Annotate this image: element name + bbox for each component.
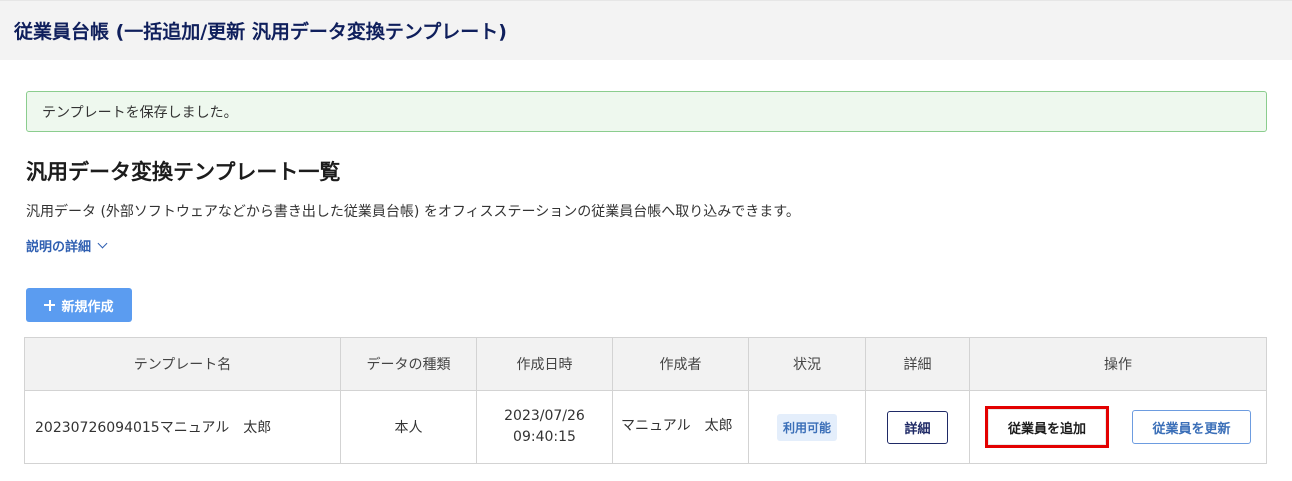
cell-template-name: 20230726094015マニュアル 太郎: [24, 390, 341, 464]
column-header-created-at: 作成日時: [476, 337, 613, 391]
table-header-row: テンプレート名 データの種類 作成日時 作成者 状況 詳細 操作: [24, 337, 1267, 391]
table-row: 20230726094015マニュアル 太郎 本人 2023/07/26 09:…: [24, 390, 1267, 464]
detail-toggle-label: 説明の詳細: [26, 240, 92, 255]
new-template-button[interactable]: 新規作成: [26, 288, 132, 322]
column-header-detail: 詳細: [865, 337, 970, 391]
cell-status: 利用可能: [748, 390, 866, 464]
plus-icon: [44, 299, 56, 311]
success-alert: テンプレートを保存しました。: [26, 91, 1267, 132]
template-table: テンプレート名 データの種類 作成日時 作成者 状況 詳細 操作 2023072…: [24, 337, 1267, 464]
status-badge: 利用可能: [776, 413, 837, 441]
page-title: 従業員台帳 (一括追加/更新 汎用データ変換テンプレート): [14, 21, 507, 43]
add-employee-button[interactable]: 従業員を追加: [988, 409, 1106, 445]
cell-actions: 従業員を追加 従業員を更新: [969, 390, 1267, 464]
created-time: 09:40:15: [513, 429, 576, 445]
column-header-author: 作成者: [612, 337, 749, 391]
highlight-box: 従業員を追加: [985, 406, 1109, 448]
column-header-actions: 操作: [969, 337, 1267, 391]
section-title: 汎用データ変換テンプレート一覧: [26, 160, 341, 184]
cell-data-type: 本人: [340, 390, 477, 464]
column-header-template-name: テンプレート名: [24, 337, 341, 391]
chevron-down-icon: [97, 238, 108, 249]
section-description: 汎用データ (外部ソフトウェアなどから書き出した従業員台帳) をオフィスステーシ…: [26, 204, 800, 220]
new-template-label: 新規作成: [61, 299, 114, 315]
cell-author: マニュアル 太郎: [612, 390, 749, 464]
update-employee-button[interactable]: 従業員を更新: [1132, 410, 1251, 444]
cell-created-at: 2023/07/26 09:40:15: [476, 390, 613, 464]
created-date: 2023/07/26: [504, 408, 585, 424]
cell-detail: 詳細: [865, 390, 970, 464]
alert-message: テンプレートを保存しました。: [42, 105, 238, 121]
column-header-data-type: データの種類: [340, 337, 477, 391]
column-header-status: 状況: [748, 337, 866, 391]
actions-group: 従業員を追加 従業員を更新: [970, 406, 1266, 448]
detail-toggle[interactable]: 説明の詳細: [26, 236, 108, 255]
page-header: 従業員台帳 (一括追加/更新 汎用データ変換テンプレート): [0, 0, 1292, 60]
detail-button[interactable]: 詳細: [887, 410, 948, 444]
